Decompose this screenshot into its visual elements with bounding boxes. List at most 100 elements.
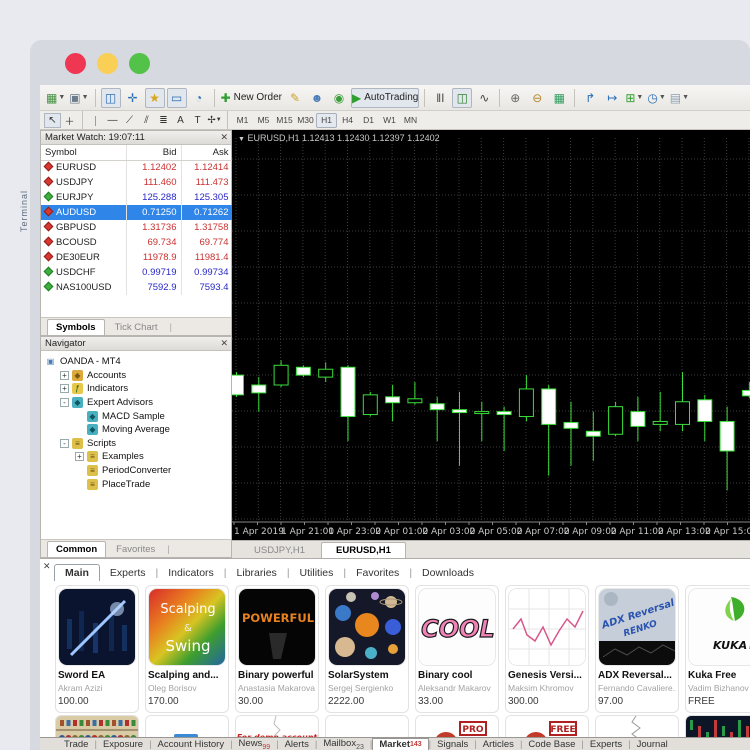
tree-item-placetrade[interactable]: ≡PlaceTrade [43, 477, 229, 491]
timeframe-d1-button[interactable]: D1 [358, 113, 379, 128]
timeframe-h1-button[interactable]: H1 [316, 113, 337, 128]
tree-item-examples[interactable]: +≡Examples [43, 450, 229, 464]
terminal-button[interactable]: ▭ [167, 88, 187, 108]
terminal-tab-articles[interactable]: Articles [477, 739, 520, 750]
product-card[interactable]: COOLBinary coolAleksandr Makarov33.00 [415, 585, 499, 713]
product-card[interactable]: SolarSystemSergej Sergienko2222.00 [325, 585, 409, 713]
expand-icon[interactable]: + [75, 452, 84, 461]
auto-scroll-button[interactable]: ↱ [580, 88, 600, 108]
terminal-tab-alerts[interactable]: Alerts [279, 739, 315, 750]
label-tool-button[interactable]: T [189, 113, 206, 128]
profiles-button[interactable]: ▣▼ [68, 88, 89, 108]
symbol-row[interactable]: BCOUSD69.73469.774 [41, 235, 233, 250]
close-icon[interactable]: ✕ [43, 561, 51, 572]
collapse-icon[interactable]: - [60, 439, 69, 448]
templates-button[interactable]: ▤▼ [669, 88, 690, 108]
terminal-tab-experts[interactable]: Experts [584, 739, 628, 750]
broadcast-button[interactable]: ◉ [329, 88, 349, 108]
market-tab-downloads[interactable]: Downloads [412, 565, 484, 581]
tree-item-periodconverter[interactable]: ≡PeriodConverter [43, 464, 229, 478]
timeframe-m15-button[interactable]: M15 [274, 113, 295, 128]
tab-common[interactable]: Common [47, 541, 106, 557]
fibonacci-tool-button[interactable]: ≣ [155, 113, 172, 128]
navigator-header[interactable]: Navigator ✕ [41, 337, 231, 351]
terminal-tab-code-base[interactable]: Code Base [522, 739, 581, 750]
terminal-tab-market[interactable]: Market143 [372, 738, 428, 750]
terminal-tab-news[interactable]: News99 [233, 738, 277, 750]
symbol-row[interactable]: NAS100USD7592.97593.4 [41, 280, 233, 295]
terminal-tab-signals[interactable]: Signals [431, 739, 474, 750]
traffic-light-minimize[interactable] [97, 53, 118, 74]
tree-item-oanda-mt4[interactable]: ▣OANDA - MT4 [43, 355, 229, 369]
symbol-row[interactable]: EURUSD1.124021.12414 [41, 160, 233, 175]
periods-button[interactable]: ◷▼ [646, 88, 666, 108]
traffic-light-zoom[interactable] [129, 53, 150, 74]
timeframe-w1-button[interactable]: W1 [379, 113, 400, 128]
new-order-button[interactable]: ✚New Order [220, 88, 283, 108]
strategy-tester-button[interactable]: ◔ [189, 88, 209, 108]
terminal-tab-mailbox[interactable]: Mailbox23 [317, 738, 370, 750]
symbol-row[interactable]: DE30EUR11978.911981.4 [41, 250, 233, 265]
tree-item-moving-average[interactable]: ◆Moving Average [43, 423, 229, 437]
text-tool-button[interactable]: A [172, 113, 189, 128]
market-tab-main[interactable]: Main [54, 564, 100, 581]
tab-tick-chart[interactable]: Tick Chart [107, 320, 166, 335]
bars-style-button[interactable]: ǁǀ [430, 88, 450, 108]
chart-tab-usdjpy-h1[interactable]: USDJPY,H1 [240, 543, 319, 558]
shapes-tool-button[interactable]: ✢▼ [206, 113, 223, 128]
close-icon[interactable]: ✕ [220, 338, 228, 348]
product-card[interactable]: POWERFULBinary powerfulAnastasia Makarov… [235, 585, 319, 713]
terminal-tab-trade[interactable]: Trade [58, 739, 94, 750]
market-watch-button[interactable]: ◫ [101, 88, 121, 108]
market-tab-favorites[interactable]: Favorites [346, 565, 409, 581]
expand-icon[interactable]: + [60, 371, 69, 380]
symbol-row[interactable]: USDCHF0.997190.99734 [41, 265, 233, 280]
market-tab-experts[interactable]: Experts [100, 565, 156, 581]
expand-icon[interactable]: + [60, 384, 69, 393]
chart-shift-button[interactable]: ↦ [602, 88, 622, 108]
product-card[interactable]: Genesis Versi...Maksim Khromov300.00 [505, 585, 589, 713]
line-style-button[interactable]: ∿ [474, 88, 494, 108]
tree-item-macd-sample[interactable]: ◆MACD Sample [43, 409, 229, 423]
candles-style-button[interactable]: ◫ [452, 88, 472, 108]
market-tab-utilities[interactable]: Utilities [290, 565, 344, 581]
timeframe-mn-button[interactable]: MN [400, 113, 421, 128]
terminal-tab-journal[interactable]: Journal [631, 739, 674, 750]
tree-item-expert-advisors[interactable]: -◆Expert Advisors [43, 396, 229, 410]
vertical-line-tool-button[interactable]: ｜ [87, 113, 104, 128]
timeframe-m5-button[interactable]: M5 [253, 113, 274, 128]
autotrading-button[interactable]: ▶AutoTrading [351, 88, 419, 108]
collapse-icon[interactable]: - [60, 398, 69, 407]
community-button[interactable]: ☻ [307, 88, 327, 108]
channel-tool-button[interactable]: ⫽ [138, 113, 155, 128]
market-tab-indicators[interactable]: Indicators [158, 565, 224, 581]
market-tab-libraries[interactable]: Libraries [227, 565, 287, 581]
crosshair-tool-button[interactable]: ＋ [61, 113, 78, 128]
tab-symbols[interactable]: Symbols [47, 319, 105, 335]
product-card[interactable]: ADX ReversalRENKOADX Reversal...Fernando… [595, 585, 679, 713]
tab-favorites[interactable]: Favorites [108, 542, 163, 557]
chart-dropdown-icon[interactable]: ▼ [238, 136, 245, 143]
zoom-out-button[interactable]: ⊖ [527, 88, 547, 108]
timeframe-m1-button[interactable]: M1 [232, 113, 253, 128]
new-chart-button[interactable]: ▦▼ [45, 88, 66, 108]
timeframe-h4-button[interactable]: H4 [337, 113, 358, 128]
tile-windows-button[interactable]: ▦ [549, 88, 569, 108]
product-card[interactable]: KUKAFREKuka FreeVadim BizhanovFREE [685, 585, 750, 713]
timeframe-m30-button[interactable]: M30 [295, 113, 316, 128]
terminal-tab-account-history[interactable]: Account History [152, 739, 231, 750]
symbol-row[interactable]: USDJPY111.460111.473 [41, 175, 233, 190]
symbol-row[interactable]: AUDUSD0.712500.71262 [41, 205, 233, 220]
tree-item-accounts[interactable]: +◆Accounts [43, 369, 229, 383]
product-card[interactable]: Scalping&SwingScalping and...Oleg Boriso… [145, 585, 229, 713]
trendline-tool-button[interactable]: ⟋ [121, 113, 138, 128]
price-chart[interactable]: 1 Apr 20191 Apr 21:001 Apr 23:002 Apr 01… [232, 130, 750, 540]
horizontal-line-tool-button[interactable]: — [104, 113, 121, 128]
close-icon[interactable]: ✕ [220, 132, 228, 142]
terminal-tab-exposure[interactable]: Exposure [97, 739, 149, 750]
symbol-row[interactable]: GBPUSD1.317361.31758 [41, 220, 233, 235]
symbol-row[interactable]: EURJPY125.288125.305 [41, 190, 233, 205]
chart-tab-eurusd-h1[interactable]: EURUSD,H1 [321, 542, 406, 558]
tree-item-indicators[interactable]: +ƒIndicators [43, 382, 229, 396]
cursor-tool-button[interactable]: ↖ [44, 113, 61, 128]
